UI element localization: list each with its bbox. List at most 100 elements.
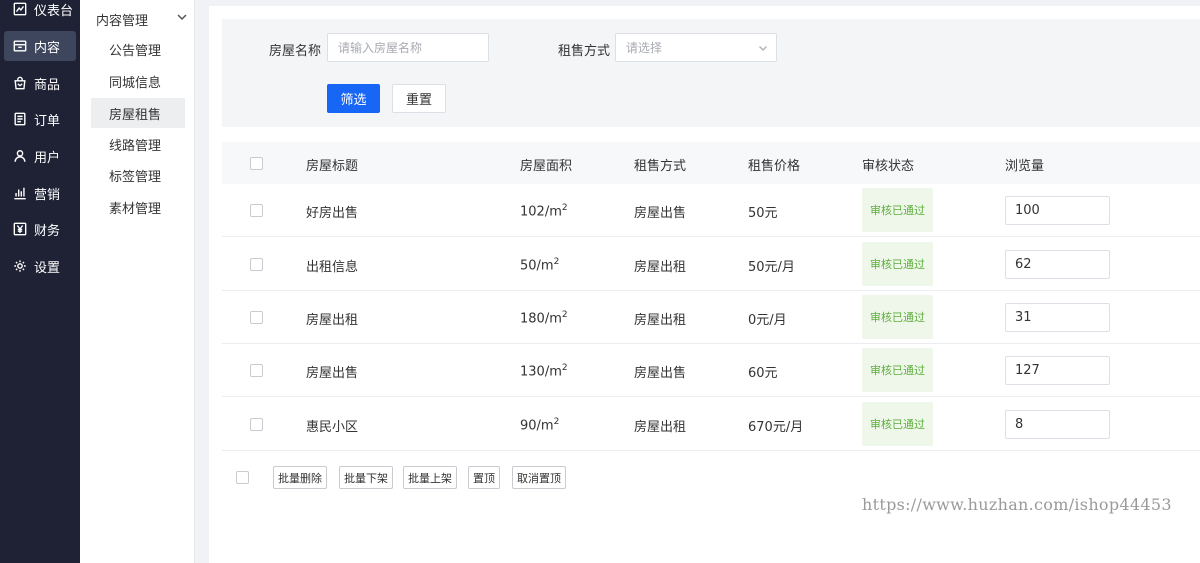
cell-type: 房屋出售: [634, 366, 687, 381]
select-all-checkbox[interactable]: [250, 157, 263, 170]
cell-area: 180/m2: [520, 310, 568, 327]
rent-type-placeholder: 请选择: [626, 41, 663, 55]
cell-type: 房屋出租: [634, 420, 687, 435]
cell-title: 出租信息: [306, 260, 359, 275]
nav-item-label: 商品: [34, 77, 61, 93]
bag-icon: [12, 75, 28, 91]
user-icon: [12, 148, 28, 164]
table-row: 出租信息 50/m2 房屋出租 50元/月 审核已通过: [222, 238, 1200, 291]
nav-item-label: 用户: [34, 150, 61, 166]
cell-title: 房屋出租: [306, 313, 359, 328]
subnav-group-title: 内容管理: [96, 13, 149, 29]
row-checkbox[interactable]: [250, 258, 263, 271]
nav-item-label: 仪表台: [34, 3, 74, 19]
views-input[interactable]: [1005, 196, 1110, 225]
cell-title: 房屋出售: [306, 366, 359, 381]
cell-price: 50元/月: [748, 260, 795, 275]
nav-item-label: 订单: [34, 113, 61, 129]
house-name-input[interactable]: [327, 33, 489, 62]
cell-type: 房屋出租: [634, 313, 687, 328]
rent-type-select[interactable]: 请选择: [615, 33, 777, 62]
bar-chart-icon: [12, 185, 28, 201]
cell-title: 好房出售: [306, 206, 359, 221]
cell-area: 130/m2: [520, 363, 568, 380]
nav-item-dashboard[interactable]: 仪表台: [4, 0, 76, 24]
cell-title: 惠民小区: [306, 420, 359, 435]
cell-type: 房屋出租: [634, 260, 687, 275]
table-row: 好房出售 102/m2 房屋出售 50元 审核已通过: [222, 184, 1200, 237]
subnav-item-housing[interactable]: 房屋租售: [91, 98, 185, 128]
nav-item-orders[interactable]: 订单: [4, 104, 76, 134]
col-header-price: 租售价格: [748, 159, 801, 174]
rent-type-label: 租售方式: [558, 44, 611, 59]
table-row: 惠民小区 90/m2 房屋出租 670元/月 审核已通过: [222, 398, 1200, 451]
col-header-status: 审核状态: [862, 159, 915, 174]
bulk-unpublish-button[interactable]: 批量下架: [339, 466, 393, 489]
cell-price: 0元/月: [748, 313, 787, 328]
views-input[interactable]: [1005, 250, 1110, 279]
subnav-item-label: 房屋租售: [109, 107, 162, 123]
gear-icon: [12, 258, 28, 274]
status-badge: 审核已通过: [862, 348, 933, 392]
col-header-type: 租售方式: [634, 159, 687, 174]
cell-price: 670元/月: [748, 420, 804, 435]
col-header-title: 房屋标题: [306, 159, 359, 174]
nav-item-products[interactable]: 商品: [4, 68, 76, 98]
sub-nav: 内容管理 公告管理 同城信息 房屋租售 线路管理 标签管理 素材管理: [80, 0, 195, 563]
main-nav: 仪表台 内容 商品 订单 用户 营销 财务 设置: [0, 0, 80, 563]
subnav-item-tags[interactable]: 标签管理: [91, 160, 185, 190]
nav-item-label: 营销: [34, 187, 61, 203]
subnav-item-label: 素材管理: [109, 201, 162, 217]
nav-item-content[interactable]: 内容: [4, 31, 76, 61]
status-badge: 审核已通过: [862, 295, 933, 339]
reset-button[interactable]: 重置: [392, 84, 446, 113]
cell-area: 50/m2: [520, 257, 560, 274]
document-icon: [12, 111, 28, 127]
cell-type: 房屋出售: [634, 206, 687, 221]
table-row: 房屋出租 180/m2 房屋出租 0元/月 审核已通过: [222, 291, 1200, 344]
subnav-item-announcements[interactable]: 公告管理: [91, 34, 185, 64]
nav-item-label: 财务: [34, 223, 61, 239]
main-content: 房屋名称 租售方式 请选择 筛选 重置 房屋标题 房屋面积 租售方式 租售价格 …: [209, 6, 1200, 563]
filter-button[interactable]: 筛选: [327, 84, 380, 113]
inbox-icon: [12, 38, 28, 54]
subnav-item-label: 公告管理: [109, 43, 162, 59]
nav-item-label: 设置: [34, 260, 61, 276]
subnav-item-label: 线路管理: [109, 138, 162, 154]
col-header-area: 房屋面积: [520, 159, 573, 174]
subnav-item-routes[interactable]: 线路管理: [91, 129, 185, 159]
subnav-item-local-info[interactable]: 同城信息: [91, 66, 185, 96]
nav-item-marketing[interactable]: 营销: [4, 178, 76, 208]
yen-icon: [12, 221, 28, 237]
subnav-item-label: 同城信息: [109, 75, 162, 91]
cell-price: 60元: [748, 366, 778, 381]
bulk-select-checkbox[interactable]: [236, 471, 249, 484]
pin-top-button[interactable]: 置顶: [468, 466, 500, 489]
chart-line-icon: [12, 1, 28, 17]
subnav-group-header[interactable]: 内容管理: [96, 10, 188, 29]
filter-panel: 房屋名称 租售方式 请选择 筛选 重置: [222, 19, 1200, 127]
chevron-down-icon: [759, 46, 767, 51]
status-badge: 审核已通过: [862, 188, 933, 232]
row-checkbox[interactable]: [250, 311, 263, 324]
nav-item-users[interactable]: 用户: [4, 141, 76, 171]
col-header-views: 浏览量: [1005, 159, 1045, 174]
views-input[interactable]: [1005, 410, 1110, 439]
status-badge: 审核已通过: [862, 402, 933, 446]
house-name-label: 房屋名称: [269, 44, 322, 59]
views-input[interactable]: [1005, 303, 1110, 332]
cell-price: 50元: [748, 206, 778, 221]
bulk-publish-button[interactable]: 批量上架: [403, 466, 457, 489]
nav-item-settings[interactable]: 设置: [4, 251, 76, 281]
chevron-down-icon: [176, 11, 188, 27]
subnav-item-materials[interactable]: 素材管理: [91, 192, 185, 222]
table-header: 房屋标题 房屋面积 租售方式 租售价格 审核状态 浏览量: [222, 142, 1200, 184]
unpin-top-button[interactable]: 取消置顶: [512, 466, 566, 489]
table-row: 房屋出售 130/m2 房屋出售 60元 审核已通过: [222, 344, 1200, 397]
row-checkbox[interactable]: [250, 364, 263, 377]
row-checkbox[interactable]: [250, 418, 263, 431]
nav-item-finance[interactable]: 财务: [4, 214, 76, 244]
views-input[interactable]: [1005, 356, 1110, 385]
row-checkbox[interactable]: [250, 204, 263, 217]
bulk-delete-button[interactable]: 批量删除: [273, 466, 327, 489]
